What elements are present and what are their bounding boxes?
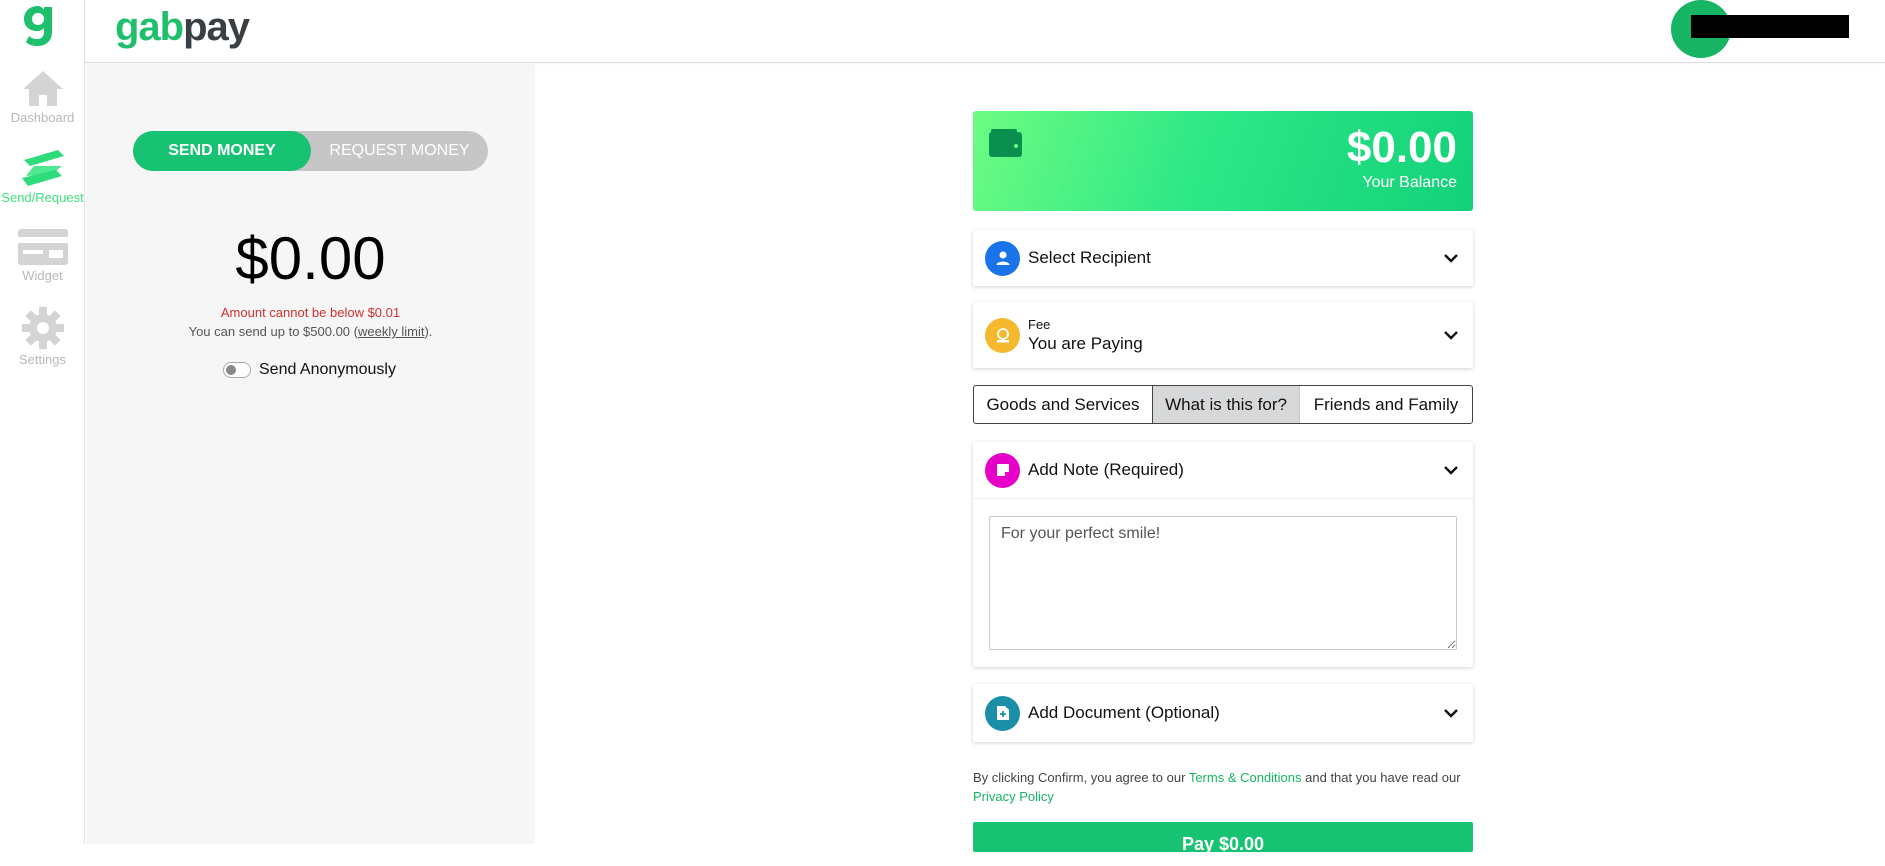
purpose-friends-and-family[interactable]: Friends and Family <box>1300 386 1472 423</box>
nav-item-send-request[interactable]: Send/Request <box>0 146 85 205</box>
document-icon <box>985 695 1020 731</box>
brand-wordmark[interactable]: gabpay <box>115 2 250 52</box>
fee-small-label: Fee <box>1028 316 1051 332</box>
send-anonymously-switch[interactable] <box>223 362 251 378</box>
widget-icon <box>17 229 68 265</box>
note-textarea[interactable] <box>989 516 1457 650</box>
purpose-what-is-this-for[interactable]: What is this for? <box>1153 386 1300 423</box>
chevron-down-icon[interactable] <box>1443 462 1459 478</box>
send-request-icon <box>21 150 64 186</box>
wallet-icon <box>989 129 1022 157</box>
select-recipient-row: Select Recipient <box>973 240 1473 276</box>
nav-item-settings[interactable]: Settings <box>0 306 85 367</box>
user-icon <box>985 240 1020 276</box>
nav-label-settings: Settings <box>19 352 66 367</box>
add-note-header[interactable]: Add Note (Required) <box>973 442 1473 499</box>
chevron-down-icon[interactable] <box>1443 705 1459 721</box>
limit-prefix: You can send up to $500.00 ( <box>188 324 358 339</box>
gear-icon <box>21 307 64 349</box>
purpose-goods-and-services[interactable]: Goods and Services <box>974 386 1153 423</box>
balance-amount: $0.00 <box>1346 123 1457 172</box>
balance-card: $0.00 Your Balance <box>973 111 1473 211</box>
amount-error: Amount cannot be below $0.01 <box>220 305 401 320</box>
send-money-button[interactable]: SEND MONEY <box>133 131 311 171</box>
brand-part-2: pay <box>183 5 250 49</box>
terms-middle: and that you have read our <box>1301 770 1461 785</box>
select-recipient-label: Select Recipient <box>1028 248 1151 267</box>
add-note-card: Add Note (Required) <box>973 442 1473 667</box>
amount-display[interactable]: $0.00 <box>86 224 535 293</box>
nav-label-widget: Widget <box>22 268 63 283</box>
privacy-policy-link[interactable]: Privacy Policy <box>973 789 1054 804</box>
fee-card[interactable]: Fee You are Paying <box>973 302 1473 368</box>
send-anonymously-label: Send Anonymously <box>259 361 396 378</box>
redacted-username[interactable] <box>1691 15 1849 38</box>
nav-rail: Dashboard Send/Request Widget Settings <box>0 0 85 844</box>
limit-suffix: ). <box>424 324 433 339</box>
send-request-toggle: REQUEST MONEY SEND MONEY <box>133 131 488 171</box>
send-anonymously-row: Send Anonymously <box>223 360 396 380</box>
select-recipient-card[interactable]: Select Recipient <box>973 230 1473 286</box>
fee-value: You are Paying <box>1028 333 1143 353</box>
nav-item-dashboard[interactable]: Dashboard <box>0 68 85 125</box>
nav-label-dashboard: Dashboard <box>10 110 75 125</box>
weekly-limit-link[interactable]: weekly limit <box>358 324 424 339</box>
confirm-pay-button[interactable]: Pay $0.00 <box>973 822 1473 854</box>
purpose-segmented-control: Goods and Services What is this for? Fri… <box>973 385 1473 424</box>
terms-link[interactable]: Terms & Conditions <box>1189 770 1302 785</box>
gabpay-logo-icon[interactable] <box>20 2 56 48</box>
add-document-row: Add Document (Optional) <box>973 695 1473 731</box>
home-icon <box>22 71 63 106</box>
add-document-label: Add Document (Optional) <box>1028 703 1220 722</box>
brand-part-1: gab <box>115 5 184 49</box>
limit-text: You can send up to $500.00 (weekly limit… <box>86 324 535 339</box>
add-note-label: Add Note (Required) <box>1028 460 1184 479</box>
fee-row: Fee You are Paying <box>973 316 1473 354</box>
coin-icon <box>985 317 1020 353</box>
nav-item-widget[interactable]: Widget <box>0 228 85 283</box>
note-icon <box>985 452 1020 488</box>
nav-label-send-request: Send/Request <box>1 190 84 205</box>
balance-label: Your Balance <box>1362 174 1457 191</box>
fee-text: Fee You are Paying <box>1028 317 1443 354</box>
terms-text: By clicking Confirm, you agree to our Te… <box>973 768 1473 806</box>
chevron-down-icon[interactable] <box>1443 327 1459 343</box>
add-document-card[interactable]: Add Document (Optional) <box>973 684 1473 742</box>
top-bar: gabpay <box>85 0 1885 63</box>
chevron-down-icon[interactable] <box>1443 250 1459 266</box>
request-money-button[interactable]: REQUEST MONEY <box>311 131 488 171</box>
terms-prefix: By clicking Confirm, you agree to our <box>973 770 1189 785</box>
amount-panel: REQUEST MONEY SEND MONEY $0.00 Amount ca… <box>86 64 535 844</box>
